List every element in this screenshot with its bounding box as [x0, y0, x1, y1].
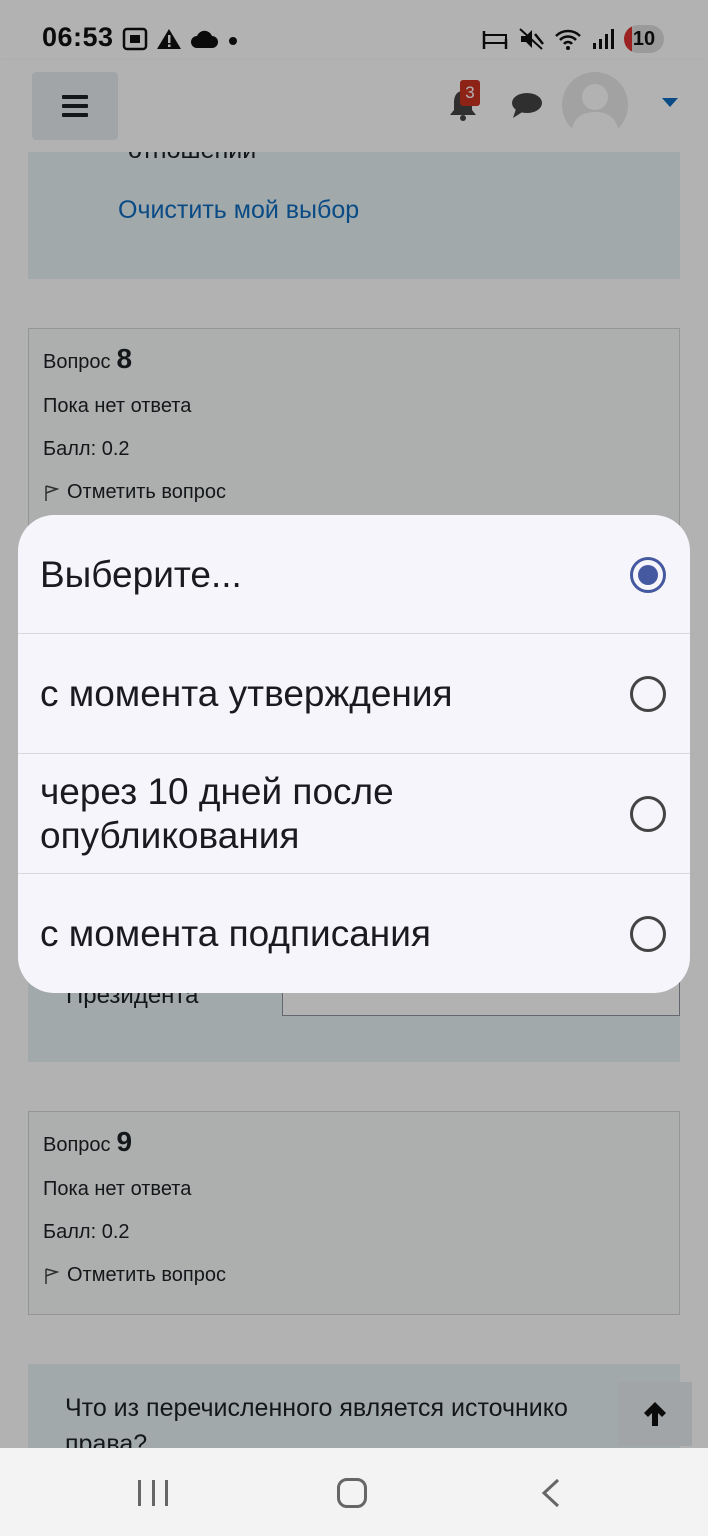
option-label: с момента подписания: [40, 912, 431, 954]
option-label: с момента утверждения: [40, 672, 453, 714]
radio-selected[interactable]: [630, 557, 666, 593]
system-navigation-bar: [0, 1448, 708, 1536]
option-from-signing[interactable]: с момента подписания: [18, 873, 690, 993]
radio-unselected[interactable]: [630, 795, 666, 832]
select-options-dialog: Выберите... с момента утверждения через …: [18, 515, 690, 993]
recents-button[interactable]: [138, 1480, 168, 1506]
option-label: Выберите...: [40, 554, 242, 596]
option-10-days-after-publication[interactable]: через 10 дней после опубликования: [18, 753, 690, 873]
option-label: через 10 дней после опубликования: [40, 770, 394, 856]
radio-unselected[interactable]: [630, 915, 666, 952]
radio-unselected[interactable]: [630, 675, 666, 712]
option-from-approval[interactable]: с момента утверждения: [18, 633, 690, 753]
recents-icon: [138, 1480, 141, 1506]
option-choose[interactable]: Выберите...: [18, 515, 690, 635]
back-icon[interactable]: [538, 1478, 562, 1508]
home-button[interactable]: [337, 1478, 367, 1508]
